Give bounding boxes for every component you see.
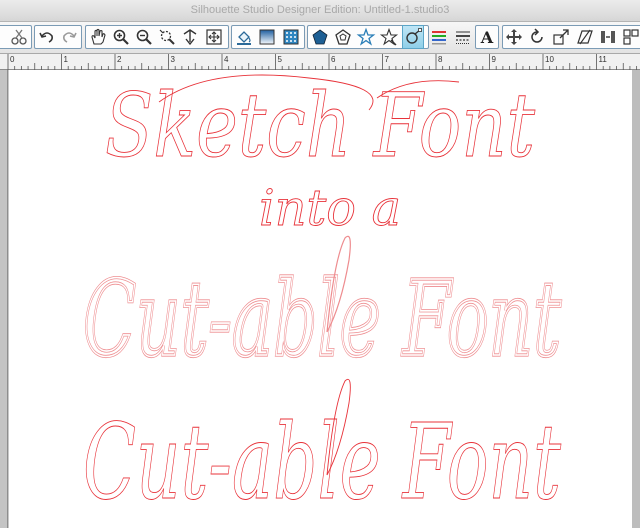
shear-icon	[577, 29, 593, 45]
fit-to-page-button[interactable]	[203, 25, 225, 49]
zoom-out-icon	[136, 29, 152, 45]
rotate-icon	[531, 28, 543, 43]
text-style-icon: A	[480, 27, 494, 47]
replicate-button[interactable]	[620, 25, 640, 49]
align-button[interactable]	[597, 25, 619, 49]
scale-button[interactable]	[550, 25, 572, 49]
ruler-label: 3	[171, 55, 176, 64]
ruler-label: 8	[438, 55, 443, 64]
fill-gradient-button[interactable]	[256, 25, 278, 49]
zoom-in-button[interactable]	[110, 25, 132, 49]
fill-bucket-icon	[237, 31, 251, 45]
shape-star-button[interactable]	[355, 25, 377, 49]
drag-zoom-button[interactable]	[179, 25, 201, 49]
shape-outline-button[interactable]	[332, 25, 354, 49]
window-title: Silhouette Studio Designer Edition: Unti…	[190, 4, 450, 16]
ruler-label: 0	[10, 55, 15, 64]
redo-icon	[63, 32, 77, 43]
ruler-label: 11	[599, 55, 608, 64]
star-outline-icon	[379, 27, 399, 46]
hand-pan-icon	[91, 28, 106, 45]
design-canvas[interactable]: Sketch Font into a Cut-able Font Cut-abl…	[9, 70, 632, 528]
text-style-button[interactable]: A	[476, 25, 498, 49]
text-into-a[interactable]: into a	[259, 179, 402, 238]
fill-pattern-button[interactable]	[280, 25, 302, 49]
rotate-button[interactable]	[526, 25, 548, 49]
star-icon	[356, 27, 376, 46]
redo-button[interactable]	[58, 25, 80, 49]
ruler-label: 6	[331, 55, 336, 64]
zoom-in-icon	[113, 29, 129, 45]
text-cutable-font-outline-inner: Cut-able Font	[83, 258, 561, 380]
shape-pentagon-button[interactable]	[309, 25, 331, 49]
zoom-selection-icon	[159, 29, 175, 45]
replicate-icon	[623, 29, 639, 45]
point-edit-icon	[406, 28, 422, 44]
scissors-icon	[11, 29, 27, 45]
ruler-label: 5	[278, 55, 283, 64]
pattern-icon	[283, 29, 299, 45]
align-icon	[601, 31, 615, 43]
text-sketch-font[interactable]: Sketch Font	[105, 74, 536, 178]
move-down-icon	[183, 29, 197, 46]
shear-button[interactable]	[574, 25, 596, 49]
canvas-artwork: Sketch Font into a Cut-able Font Cut-abl…	[81, 74, 562, 524]
ruler-label: 4	[224, 55, 229, 64]
ruler-ticks: 0 1 2 3 4 5 6 7 8 9 10 11	[7, 54, 638, 70]
transform-icon	[506, 29, 522, 45]
fit-to-page-icon	[206, 29, 222, 45]
line-style-icon	[456, 31, 470, 44]
fill-color-button[interactable]	[233, 25, 255, 49]
pentagon-outline-icon	[335, 29, 351, 45]
undo-icon	[39, 32, 53, 43]
horizontal-ruler: 0 1 2 3 4 5 6 7 8 9 10 11	[0, 54, 640, 70]
transform-button[interactable]	[503, 25, 525, 49]
ruler-label: 10	[545, 55, 554, 64]
pan-tool-button[interactable]	[87, 25, 109, 49]
canvas-scroll-edge	[632, 70, 640, 528]
title-bar: Silhouette Studio Designer Edition: Unti…	[0, 0, 640, 22]
pentagon-icon	[312, 29, 328, 45]
undo-button[interactable]	[36, 25, 58, 49]
line-color-button[interactable]	[428, 25, 450, 49]
shape-star-outline-button[interactable]	[378, 25, 400, 49]
text-cutable-font[interactable]: Cut-able Font	[83, 401, 562, 524]
cut-button[interactable]	[8, 25, 30, 49]
ruler-label: 7	[385, 55, 390, 64]
ruler-label: 2	[117, 55, 122, 64]
line-style-button[interactable]	[452, 25, 474, 49]
point-edit-button[interactable]	[402, 25, 424, 49]
scale-icon	[553, 29, 569, 45]
gradient-icon	[259, 29, 275, 45]
line-color-icon	[432, 31, 446, 45]
zoom-out-button[interactable]	[133, 25, 155, 49]
ruler-label: 1	[64, 55, 69, 64]
zoom-selection-button[interactable]	[156, 25, 178, 49]
vertical-ruler-strip	[0, 70, 8, 528]
ruler-label: 9	[492, 55, 497, 64]
main-toolbar: A	[0, 22, 640, 54]
